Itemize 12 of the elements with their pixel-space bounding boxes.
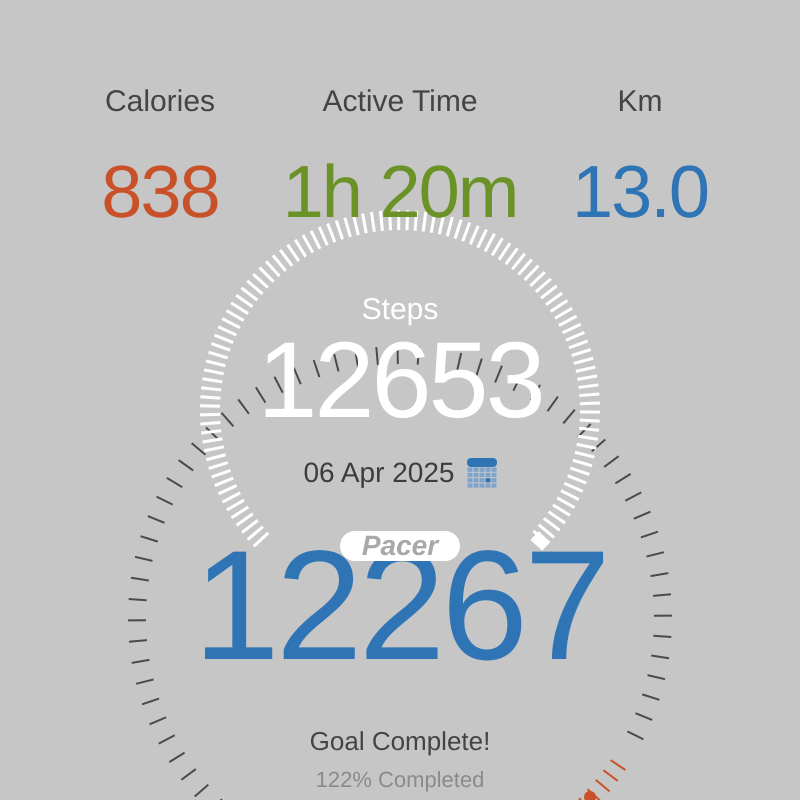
progress-label: 122% Completed [316, 767, 484, 793]
stat-label: Active Time [322, 84, 478, 120]
stat-value: 838 [101, 150, 219, 234]
date-label: 06 Apr 2025 [303, 457, 455, 489]
steps-value: 12653 [257, 325, 543, 435]
stat-label: Km [618, 84, 662, 120]
stat-value: 1h 20m [282, 150, 518, 234]
goal-status: Goal Complete! [310, 726, 490, 757]
stat-value: 13.0 [572, 150, 708, 234]
steps-label: Steps [362, 293, 438, 327]
calendar-icon[interactable] [466, 458, 497, 488]
stat-label: Calories [104, 84, 216, 120]
